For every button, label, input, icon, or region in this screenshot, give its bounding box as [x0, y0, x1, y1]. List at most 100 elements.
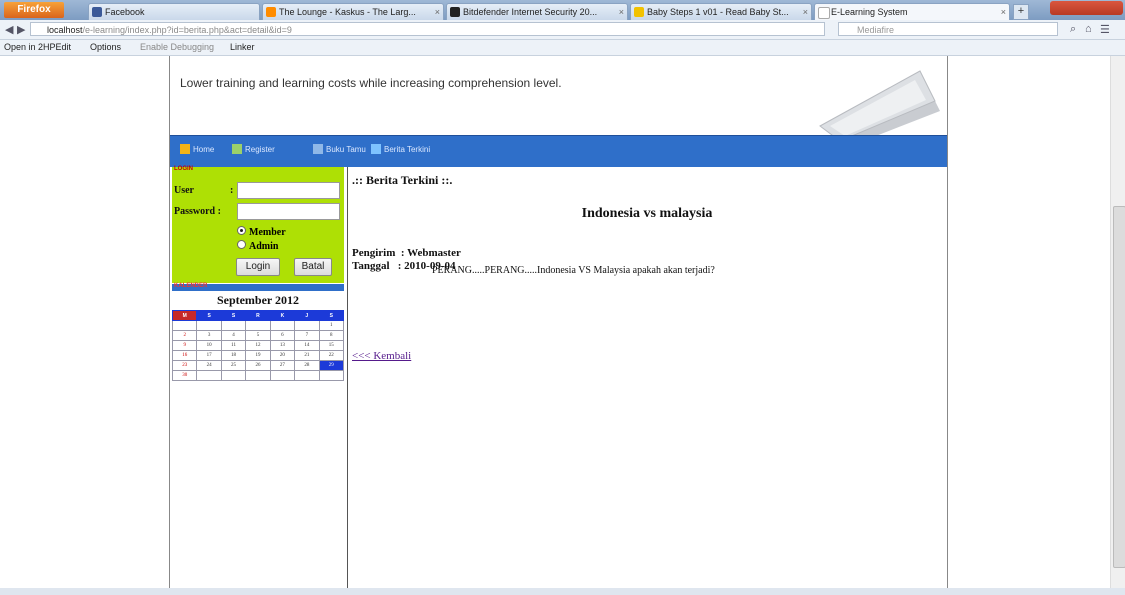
calendar-day: 21	[294, 350, 320, 361]
calendar-day	[220, 370, 247, 381]
calendar-day	[269, 320, 296, 331]
calendar-day	[245, 370, 271, 381]
scrollbar-thumb[interactable]	[1113, 206, 1125, 568]
calendar-day	[196, 370, 222, 381]
calendar-day: 5	[245, 330, 271, 341]
browser-tab-bar: Firefox Facebook The Lounge - Kaskus - T…	[0, 0, 1125, 20]
tab-baby-steps[interactable]: Baby Steps 1 v01 - Read Baby St... ×	[630, 3, 812, 20]
calendar-day: 14	[294, 340, 320, 351]
calendar-week: 16 17 18 19 20 21 22	[171, 350, 345, 361]
page-scrollbar[interactable]	[1110, 56, 1125, 588]
user-input[interactable]	[237, 182, 340, 199]
new-tab-button[interactable]: +	[1013, 4, 1029, 20]
url-bar[interactable]: localhost/e-learning/index.php?id=berita…	[30, 22, 825, 36]
calendar-day: 26	[245, 360, 271, 371]
bookmark-enable-debugging[interactable]: Enable Debugging	[140, 40, 214, 55]
close-icon[interactable]: ×	[619, 4, 624, 20]
forward-arrow-icon[interactable]: ▶	[17, 23, 25, 36]
password-input[interactable]	[237, 203, 340, 220]
register-icon	[232, 144, 242, 154]
calendar-day: 17	[196, 350, 222, 361]
calendar-day: 15	[318, 340, 345, 351]
calendar-day	[269, 370, 296, 381]
site-container: Lower training and learning costs while …	[169, 56, 948, 588]
calendar-day: 1	[318, 320, 345, 331]
tab-facebook[interactable]: Facebook	[88, 3, 260, 20]
radio-selected-icon	[237, 226, 246, 235]
calendar-header: KALENDER	[172, 283, 344, 291]
status-bar	[0, 588, 1125, 595]
back-link[interactable]: <<< Kembali	[352, 350, 411, 362]
tab-title: Bitdefender Internet Security 20...	[463, 7, 598, 17]
calendar-day: 6	[269, 330, 296, 341]
close-icon[interactable]: ×	[803, 4, 808, 20]
tab-elearning[interactable]: E-Learning System ×	[814, 3, 1010, 20]
window-controls[interactable]	[1050, 1, 1123, 15]
calendar-day: 25	[220, 360, 247, 371]
calendar-day: 24	[196, 360, 222, 371]
home-icon[interactable]: ⌂	[1085, 23, 1092, 35]
tab-title: The Lounge - Kaskus - The Larg...	[279, 7, 416, 17]
calendar-week: 9 10 11 12 13 14 15	[171, 340, 345, 351]
home-icon	[180, 144, 190, 154]
bookmarks-icon[interactable]: ☰	[1100, 23, 1110, 36]
search-input[interactable]: Mediafire	[838, 22, 1058, 36]
day-header: K	[269, 310, 296, 321]
back-arrow-icon[interactable]: ◀	[5, 23, 13, 36]
password-label: Password :	[174, 206, 221, 217]
day-header: S	[318, 310, 345, 321]
login-header: LOGIN	[174, 166, 193, 172]
calendar-day: 27	[269, 360, 296, 371]
user-colon: :	[230, 185, 234, 196]
calendar-day	[220, 320, 247, 331]
calendar-week: 23 24 25 26 27 28 29	[171, 360, 345, 371]
calendar-day: 13	[269, 340, 296, 351]
cancel-button[interactable]: Batal	[294, 258, 332, 276]
calendar-day-today: 29	[318, 360, 345, 371]
day-header: M	[171, 310, 198, 321]
news-content: .:: Berita Terkini ::. Indonesia vs mala…	[348, 167, 946, 588]
calendar-day: 10	[196, 340, 222, 351]
close-icon[interactable]: ×	[435, 4, 440, 20]
tab-bitdefender[interactable]: Bitdefender Internet Security 20... ×	[446, 3, 628, 20]
calendar-day	[294, 370, 320, 381]
calendar-grid: M S S R K J S 1 2345678 9 10 11 12 13 14 15 16…	[171, 310, 345, 381]
calendar-day: 7	[294, 330, 320, 341]
firefox-menu-button[interactable]: Firefox	[4, 2, 64, 18]
bookmark-options[interactable]: Options	[90, 40, 121, 55]
search-icon[interactable]: ⌕	[1070, 23, 1076, 36]
news-title: Indonesia vs malaysia	[581, 206, 713, 221]
calendar-day: 8	[318, 330, 345, 341]
bitdefender-icon	[450, 7, 460, 17]
calendar-day	[294, 320, 320, 331]
close-icon[interactable]: ×	[1001, 4, 1006, 20]
calendar-day	[245, 320, 271, 331]
menu-home[interactable]: Home	[180, 144, 214, 154]
role-member-radio[interactable]: Member	[237, 226, 286, 238]
bookmark-open-in-phpedit[interactable]: Open in 2HPEdit	[4, 40, 71, 55]
calendar-day: 22	[318, 350, 345, 361]
calendar-day	[196, 320, 222, 331]
calendar-day: 30	[171, 370, 198, 381]
tab-kaskus[interactable]: The Lounge - Kaskus - The Larg... ×	[262, 3, 444, 20]
day-header: R	[245, 310, 271, 321]
menu-berita-terkini[interactable]: Berita Terkini	[371, 144, 430, 154]
calendar-week: 2345678	[171, 330, 345, 341]
bookmark-linker[interactable]: Linker	[230, 40, 255, 55]
role-admin-radio[interactable]: Admin	[237, 240, 278, 252]
laptop-image	[819, 70, 940, 146]
url-path: /e-learning/index.php?id=berita.php&act=…	[82, 25, 292, 35]
login-button[interactable]: Login	[236, 258, 280, 276]
calendar-day-header: M S S R K J S	[171, 310, 345, 321]
calendar-title: September 2012	[216, 293, 300, 307]
manga-icon	[634, 7, 644, 17]
calendar-day: 16	[171, 350, 198, 361]
banner-tagline: Lower training and learning costs while …	[180, 76, 562, 90]
login-box: LOGIN User : Password : Member Admin Log…	[172, 166, 344, 283]
facebook-icon	[92, 7, 102, 17]
calendar-day: 11	[220, 340, 247, 351]
menu-register[interactable]: Register	[232, 144, 275, 154]
menu-buku-tamu[interactable]: Buku Tamu	[313, 144, 366, 154]
calendar-day: 19	[245, 350, 271, 361]
calendar-day: 20	[269, 350, 296, 361]
